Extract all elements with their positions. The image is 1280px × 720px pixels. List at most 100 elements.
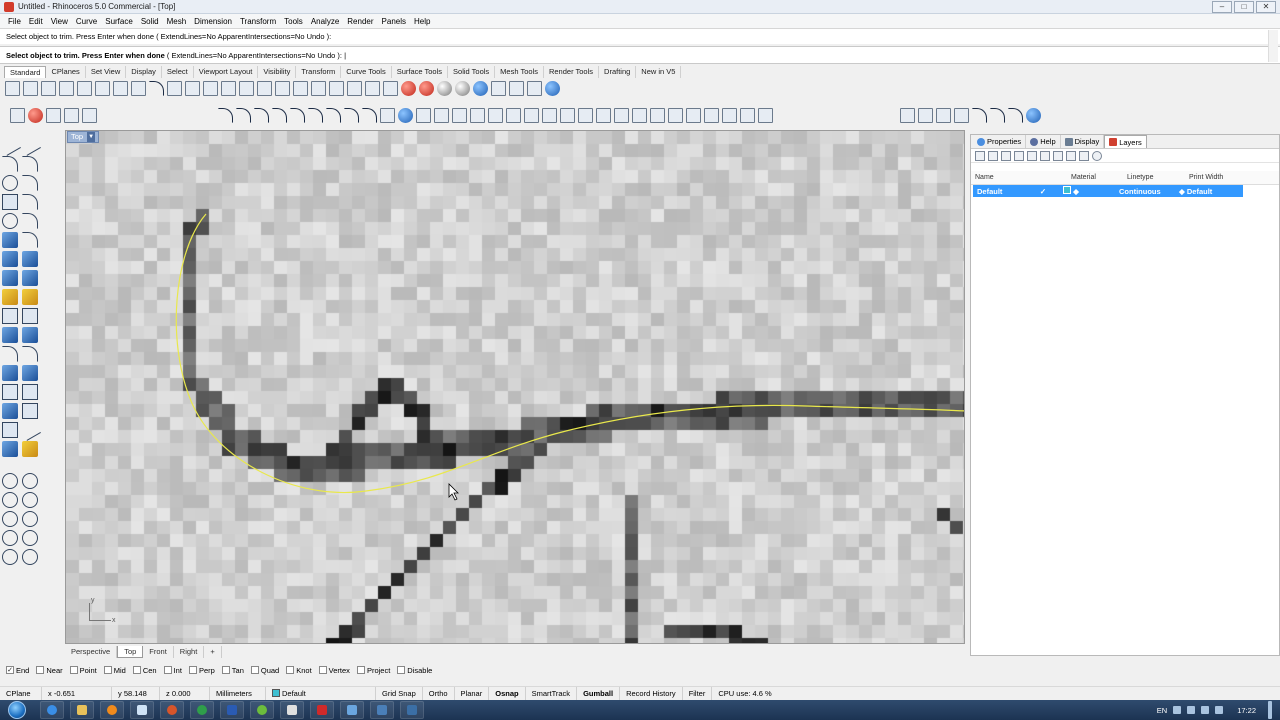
selected-curve[interactable] (175, 213, 965, 494)
osnap-end[interactable]: ✓ End (6, 666, 29, 675)
menu-render[interactable]: Render (343, 17, 377, 26)
viewport-title-tab[interactable]: Top ▼ (67, 131, 100, 143)
menu-analyze[interactable]: Analyze (307, 17, 343, 26)
menu-help[interactable]: Help (410, 17, 434, 26)
tab-surface-tools[interactable]: Surface Tools (392, 66, 449, 78)
four-viewports-icon[interactable] (293, 80, 308, 96)
col-material[interactable]: Material (1067, 171, 1123, 184)
menu-panels[interactable]: Panels (378, 17, 410, 26)
tab-viewport-layout[interactable]: Viewport Layout (194, 66, 259, 78)
dimension-tool-icon[interactable] (22, 365, 38, 381)
boolean-icon[interactable] (22, 270, 38, 286)
tray-network-icon[interactable] (1173, 706, 1182, 714)
align-curve-icon[interactable] (596, 107, 611, 123)
lights-icon[interactable] (365, 80, 380, 96)
osnap-toggle[interactable]: Osnap (489, 686, 526, 701)
record-icon[interactable] (28, 107, 43, 123)
taskbar-app-red-icon[interactable] (310, 701, 334, 719)
command-prompt[interactable]: Select object to trim. Press Enter when … (0, 46, 1280, 64)
block-icon[interactable] (22, 327, 38, 343)
wireframe-sphere-icon[interactable] (437, 80, 452, 96)
import-icon[interactable] (77, 80, 92, 96)
tab-cplanes[interactable]: CPlanes (46, 66, 86, 78)
connect-icon[interactable] (740, 107, 755, 123)
menu-solid[interactable]: Solid (137, 17, 163, 26)
osnap-tan[interactable]: Tan (221, 666, 244, 675)
select-all-icon[interactable] (329, 80, 344, 96)
render-tool-icon[interactable] (2, 289, 18, 305)
help-icon[interactable] (545, 80, 560, 96)
osnap-disable[interactable]: Disable (397, 666, 432, 675)
osnap-quad-checkbox[interactable] (250, 666, 259, 674)
dimension-linear-icon[interactable] (900, 107, 915, 123)
split-tool-icon[interactable] (22, 346, 38, 362)
match-curve-icon[interactable] (272, 107, 287, 123)
rotate-view-icon[interactable] (275, 80, 290, 96)
point-grid-icon[interactable] (2, 422, 18, 438)
tab-render-tools[interactable]: Render Tools (544, 66, 600, 78)
split-icon[interactable] (990, 107, 1005, 123)
menu-curve[interactable]: Curve (72, 17, 101, 26)
light-bulb-icon[interactable] (491, 80, 506, 96)
filter-toggle[interactable]: Filter (683, 686, 713, 701)
arc-icon[interactable] (758, 107, 773, 123)
polyline-icon[interactable] (2, 156, 18, 172)
osnap-near[interactable]: Near (36, 666, 63, 675)
polygon-icon[interactable] (2, 213, 18, 229)
point-edit-icon[interactable] (650, 107, 665, 123)
menu-surface[interactable]: Surface (101, 17, 137, 26)
pan-hand-icon[interactable] (167, 80, 182, 96)
tab-layers[interactable]: Layers (1104, 135, 1147, 148)
taskbar-app-screen-icon[interactable] (400, 701, 424, 719)
move-layer-out-icon[interactable] (1040, 150, 1050, 161)
taskbar-firefox-icon[interactable] (160, 701, 184, 719)
blend-curve-icon[interactable] (254, 107, 269, 123)
layer-color-swatch[interactable] (1063, 186, 1071, 194)
osnap-end-checkbox[interactable]: ✓ (6, 666, 14, 674)
control-points-icon[interactable] (488, 107, 503, 123)
osnap-vertex-icon[interactable] (2, 549, 18, 565)
move-layer-down-icon[interactable] (1027, 150, 1037, 161)
tab-perspective[interactable]: Perspective (65, 646, 118, 658)
osnap-project-icon[interactable] (22, 549, 38, 565)
taskbar-app-green-icon[interactable] (250, 701, 274, 719)
osnap-perp[interactable]: Perp (188, 666, 215, 675)
rebuild-curve-icon[interactable] (380, 107, 395, 123)
kink-icon[interactable] (614, 107, 629, 123)
curvature-graph-icon[interactable] (578, 107, 593, 123)
current-layer-check-icon[interactable]: ✓ (1025, 187, 1061, 196)
menu-file[interactable]: File (4, 17, 25, 26)
tray-volume-icon[interactable] (1201, 706, 1210, 714)
join-icon[interactable] (344, 107, 359, 123)
osnap-project-checkbox[interactable] (356, 666, 365, 674)
taskbar-app-p-icon[interactable] (220, 701, 244, 719)
object-properties-icon[interactable] (347, 80, 362, 96)
tray-display-icon[interactable] (1215, 706, 1224, 714)
osnap-end-icon[interactable] (2, 473, 18, 489)
tab-curve-tools[interactable]: Curve Tools (341, 66, 392, 78)
filter-icon[interactable] (1053, 150, 1063, 161)
text-icon[interactable] (954, 107, 969, 123)
make-periodic-icon[interactable] (686, 107, 701, 123)
explode-icon[interactable] (362, 107, 377, 123)
box-solid-icon[interactable] (2, 251, 18, 267)
insert-knot-icon[interactable] (506, 107, 521, 123)
dimension-angular-icon[interactable] (918, 107, 933, 123)
tab-transform[interactable]: Transform (296, 66, 342, 78)
layer-print-width[interactable]: Default (1187, 187, 1212, 196)
smarttrack-toggle[interactable]: SmartTrack (526, 686, 578, 701)
analyze-tool-icon[interactable] (2, 403, 18, 419)
osnap-near-checkbox[interactable] (36, 666, 45, 674)
text-tool-icon[interactable] (2, 365, 18, 381)
osnap-vertex[interactable]: Vertex (318, 666, 350, 675)
record-history-toggle[interactable]: Record History (620, 686, 683, 701)
fillet-curve-icon[interactable] (218, 107, 233, 123)
osnap-knot[interactable]: Knot (286, 666, 312, 675)
new-file-icon[interactable] (5, 80, 20, 96)
osnap-cen-checkbox[interactable] (132, 666, 141, 674)
viewport-tool-3-icon[interactable] (64, 107, 79, 123)
col-linetype[interactable]: Linetype (1123, 171, 1185, 184)
new-sublayer-icon[interactable] (988, 150, 998, 161)
current-layer-indicator[interactable]: Default (266, 686, 376, 701)
move-view-icon[interactable] (185, 80, 200, 96)
